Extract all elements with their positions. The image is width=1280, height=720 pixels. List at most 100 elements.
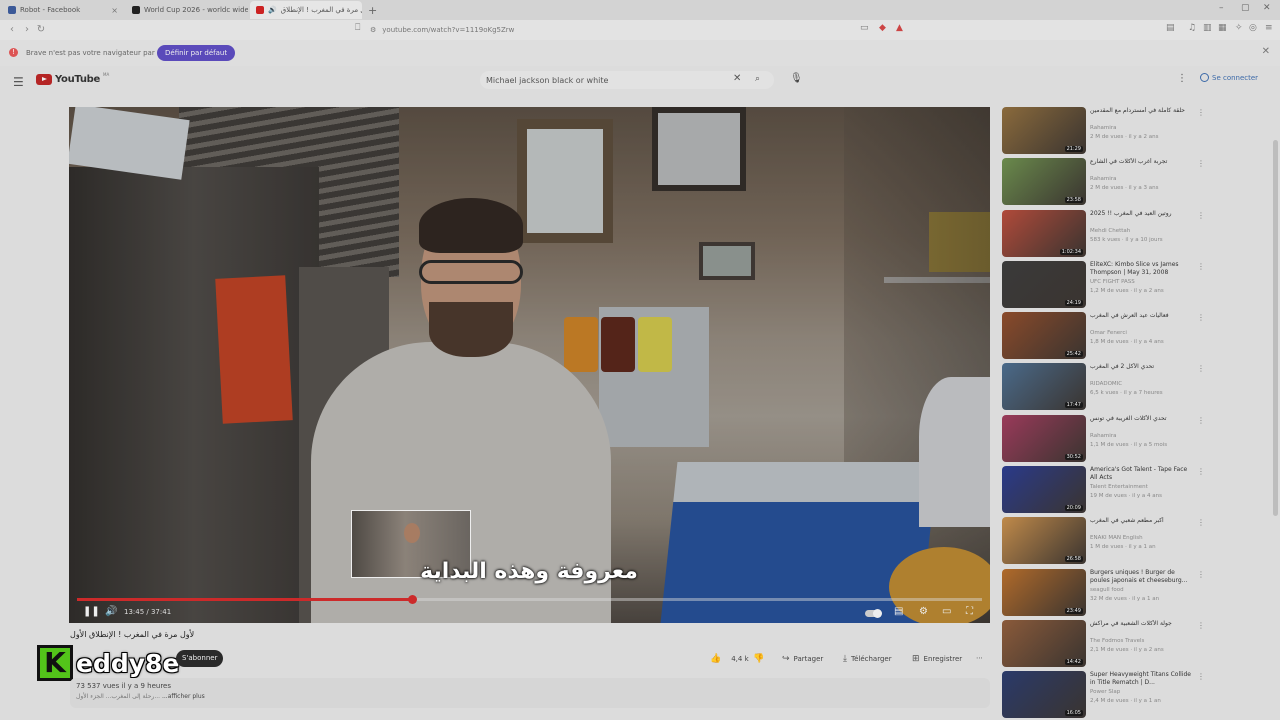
video-thumbnail[interactable]: 24:19 [1002, 260, 1086, 308]
recommended-channel[interactable]: UFC FIGHT PASS [1090, 279, 1135, 285]
video-thumbnail[interactable]: 30:52 [1002, 414, 1086, 462]
minimize-icon[interactable]: – [1219, 3, 1224, 13]
settings-icon[interactable]: ⚙ [919, 606, 928, 617]
recommended-channel[interactable]: Omar Fenerci [1090, 330, 1127, 336]
recommended-title[interactable]: America's Got Talent - Tape Face All Act… [1090, 466, 1194, 482]
bookmark-icon[interactable]: ⎕ [355, 23, 360, 33]
more-options-icon[interactable]: ⋮ [1197, 518, 1205, 527]
fullscreen-icon[interactable]: ⛶ [966, 606, 973, 617]
sign-in-button[interactable]: Se connecter [1200, 73, 1258, 82]
recommended-title[interactable]: جولة الأكلات الشعبية في مراكش [1090, 620, 1194, 628]
autoplay-toggle[interactable] [865, 609, 882, 618]
recommended-video[interactable]: 24:19 EliteXC: Kimbo Slice vs James Thomp… [1002, 260, 1212, 312]
recommended-video[interactable]: 16:05 Super Heavyweight Titans Collide in… [1002, 671, 1212, 720]
recommended-video[interactable]: 17:47 تحدي الأكل 2 في المغرب RIDADOMIC 6,5 … [1002, 363, 1212, 414]
recommended-title[interactable]: Burgers uniques ! Burger de poules japon… [1090, 569, 1194, 585]
forward-icon[interactable]: › [20, 24, 34, 35]
address-bar[interactable]: ⚙ youtube.com/watch?v=1119oKg5Zrw [370, 22, 850, 38]
recommended-title[interactable]: EliteXC: Kimbo Slice vs James Thompson |… [1090, 261, 1194, 277]
browser-tab-1[interactable]: Robot - Facebook × [2, 1, 124, 19]
save-button[interactable]: ⊞ Enregistrer [912, 654, 962, 664]
subtitles-icon[interactable]: ▤ [894, 606, 903, 617]
brave-rewards-icon[interactable]: ▲ [896, 23, 903, 33]
share-button[interactable]: ↪ Partager [782, 654, 823, 664]
progress-scrubber[interactable] [407, 595, 417, 604]
recommended-channel[interactable]: RIDADOMIC [1090, 381, 1122, 387]
close-infobar-icon[interactable]: ✕ [1262, 46, 1270, 57]
theater-mode-icon[interactable]: ▭ [942, 606, 951, 617]
vpn-icon[interactable]: ◎ [1249, 23, 1257, 33]
video-thumbnail[interactable]: 16:05 [1002, 671, 1086, 719]
reload-icon[interactable]: ↻ [34, 24, 48, 35]
recommended-video[interactable]: 26:58 أكبر مطعم شعبي في المغرب ENAKI MAN E… [1002, 517, 1212, 568]
menu-icon[interactable]: ≡ [1265, 23, 1273, 33]
recommended-title[interactable]: تحدي الأكلات الغريبة في تونس [1090, 415, 1194, 423]
dislike-button[interactable]: 👎 [753, 654, 764, 664]
speaker-icon[interactable]: 🔊 [268, 6, 277, 14]
recommended-video[interactable]: 23:58 تجربة أغرب الأكلات في الشارع Rahamir… [1002, 158, 1212, 209]
video-thumbnail[interactable]: 26:58 [1002, 517, 1086, 565]
recommended-channel[interactable]: seagull food [1090, 587, 1124, 593]
show-more-link[interactable]: ...afficher plus [162, 693, 205, 700]
recommended-channel[interactable]: Rahamira [1090, 176, 1116, 182]
video-thumbnail[interactable]: 23:58 [1002, 158, 1086, 206]
more-options-icon[interactable]: ⋮ [1177, 73, 1187, 84]
cast-icon[interactable]: ▭ [860, 23, 869, 33]
more-options-icon[interactable]: ⋮ [1197, 364, 1205, 373]
more-options-icon[interactable]: ⋮ [1197, 211, 1205, 220]
recommended-title[interactable]: فعاليات عيد العرش في المغرب [1090, 312, 1194, 320]
video-thumbnail[interactable]: 17:47 [1002, 363, 1086, 411]
recommended-video[interactable]: 1:02:34 2025 !! روتين العيد في المغرب Mehd… [1002, 209, 1212, 261]
more-actions-icon[interactable]: ⋯ [976, 654, 983, 662]
pause-icon[interactable]: ❚❚ [83, 606, 100, 617]
microphone-icon[interactable]: 🎙 [790, 73, 803, 84]
more-options-icon[interactable]: ⋮ [1197, 416, 1205, 425]
recommended-channel[interactable]: Talent Entertainment [1090, 484, 1148, 490]
description-box[interactable]: 73 537 vues il y a 9 heures رحلة إلى الم… [70, 678, 990, 708]
url-text[interactable]: youtube.com/watch?v=1119oKg5Zrw [382, 26, 514, 34]
recommended-title[interactable]: 2025 !! روتين العيد في المغرب [1090, 210, 1194, 218]
recommended-title[interactable]: حلقة كاملة في أمستردام مع المقدمين [1090, 107, 1194, 115]
close-tab-icon[interactable]: × [111, 6, 118, 15]
hamburger-menu-icon[interactable]: ☰ [13, 75, 24, 89]
wallet-icon[interactable]: ▦ [1218, 23, 1227, 33]
media-icon[interactable]: ♫ [1188, 23, 1196, 33]
more-options-icon[interactable]: ⋮ [1197, 621, 1205, 630]
set-default-button[interactable]: Définir par défaut [157, 45, 236, 61]
channel-name[interactable]: eddy8e [76, 649, 179, 678]
more-options-icon[interactable]: ⋮ [1197, 467, 1205, 476]
more-options-icon[interactable]: ⋮ [1197, 313, 1205, 322]
recommended-video[interactable]: 20:09 America's Got Talent - Tape Face Al… [1002, 466, 1212, 517]
back-icon[interactable]: ‹ [5, 24, 19, 35]
more-options-icon[interactable]: ⋮ [1197, 672, 1205, 681]
video-player[interactable]: معروفة وهذه البداية ❚❚ 🔊 13:45 / 37:41 ▤… [69, 107, 990, 623]
extensions-icon[interactable]: ▥ [1203, 23, 1212, 33]
more-options-icon[interactable]: ⋮ [1197, 570, 1205, 579]
recommended-channel[interactable]: Mehdi Chettah [1090, 228, 1130, 234]
recommended-channel[interactable]: Rahamira [1090, 125, 1116, 131]
brave-shield-icon[interactable]: ◆ [879, 23, 886, 33]
search-icon[interactable]: ⌕ [755, 74, 760, 84]
recommended-channel[interactable]: Power Slap [1090, 689, 1120, 695]
recommended-title[interactable]: تحدي الأكل 2 في المغرب [1090, 363, 1194, 371]
recommended-title[interactable]: أكبر مطعم شعبي في المغرب [1090, 517, 1194, 525]
video-thumbnail[interactable]: 20:09 [1002, 466, 1086, 514]
video-thumbnail[interactable]: 23:49 [1002, 568, 1086, 616]
recommended-channel[interactable]: The Fodmos Travels [1090, 638, 1144, 644]
page-scrollbar[interactable] [1273, 140, 1278, 516]
more-options-icon[interactable]: ⋮ [1197, 108, 1205, 117]
recommended-video[interactable]: 30:52 تحدي الأكلات الغريبة في تونس Rahamir… [1002, 414, 1212, 466]
recommended-title[interactable]: تجربة أغرب الأكلات في الشارع [1090, 158, 1194, 166]
recommended-video[interactable]: 23:49 Burgers uniques ! Burger de poules … [1002, 568, 1212, 620]
recommended-video[interactable]: 25:42 فعاليات عيد العرش في المغرب Omar Fen… [1002, 312, 1212, 363]
video-thumbnail[interactable]: 14:42 [1002, 619, 1086, 667]
browser-tab-active[interactable]: 🔊 لأول مرة في المغرب ! الإنطلاق × [250, 1, 362, 19]
recommended-channel[interactable]: ENAKI MAN English [1090, 535, 1143, 541]
browser-tab-2[interactable]: World Cup 2026 - worldc wideok ... × [126, 1, 248, 19]
recommended-video[interactable]: 14:42 جولة الأكلات الشعبية في مراكش The Fo… [1002, 619, 1212, 671]
video-thumbnail[interactable]: 25:42 [1002, 312, 1086, 360]
subscribe-button[interactable]: S'abonner [176, 650, 224, 667]
search-input[interactable] [480, 75, 720, 85]
recommended-title[interactable]: Super Heavyweight Titans Collide in Titl… [1090, 671, 1194, 687]
recommended-video[interactable]: 21:29 حلقة كاملة في أمستردام مع المقدمين R… [1002, 107, 1212, 158]
